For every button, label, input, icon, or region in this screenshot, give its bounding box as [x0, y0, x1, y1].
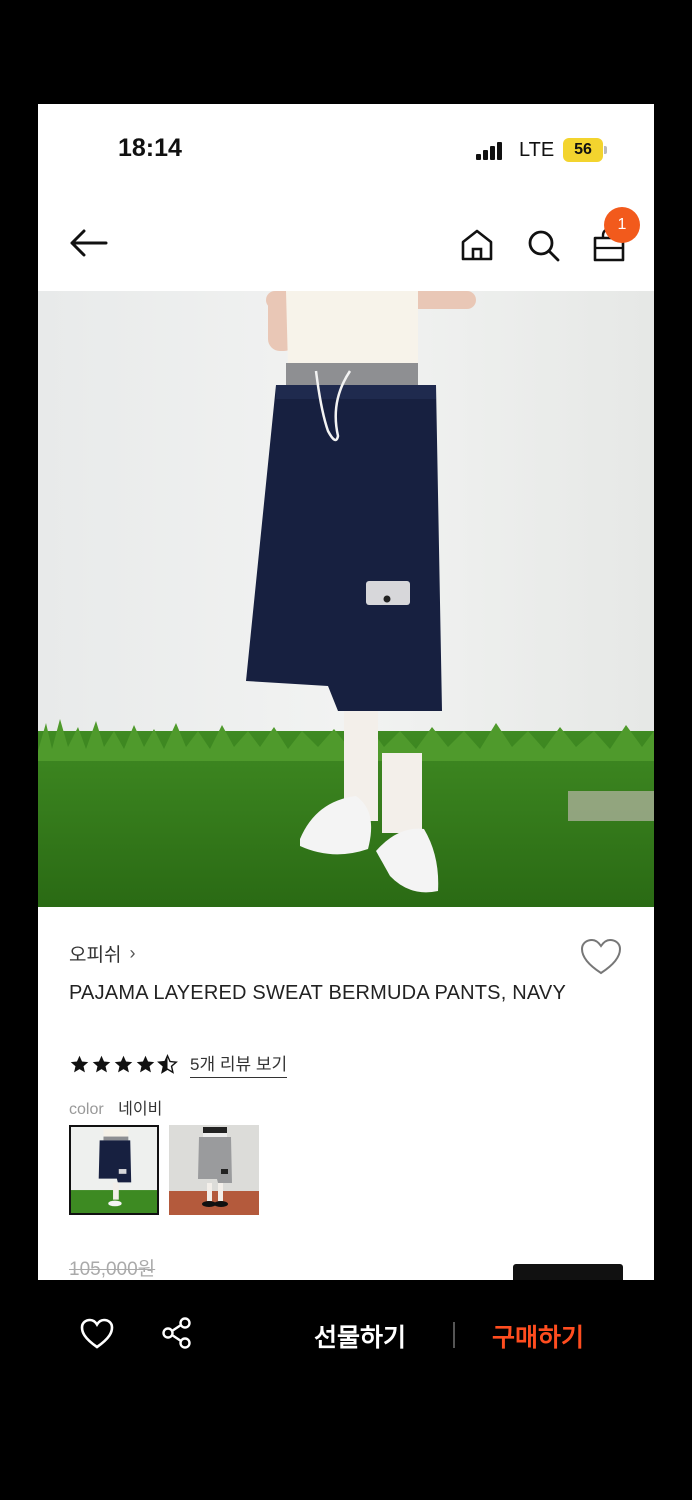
battery-indicator: 56 [563, 138, 603, 162]
share-icon[interactable] [160, 1316, 194, 1350]
color-value: 네이비 [118, 1101, 163, 1118]
original-price: 105,000원 [69, 1259, 156, 1280]
star-icon [114, 1055, 133, 1072]
bottom-action-bar: 선물하기 구매하기 [38, 1280, 654, 1390]
chevron-right-icon: › [129, 943, 136, 963]
brand-name: 오피쉬 [69, 945, 122, 966]
network-type: LTE [519, 139, 555, 161]
product-title: PAJAMA LAYERED SWEAT BERMUDA PANTS, NAVY [69, 982, 567, 1004]
color-swatches [69, 1125, 259, 1215]
swatch-navy[interactable] [69, 1125, 159, 1215]
star-icon [92, 1055, 111, 1072]
app-screen: 18:14 LTE 56 1 오피쉬 › PAJAMA LAYERED SWEA… [38, 104, 654, 1280]
back-arrow-icon[interactable] [68, 228, 108, 258]
star-icon [136, 1055, 155, 1072]
heart-icon[interactable] [580, 938, 622, 976]
coupon-tab[interactable] [513, 1264, 623, 1280]
divider [453, 1322, 455, 1348]
review-link[interactable]: 5개 리뷰 보기 [190, 1050, 288, 1078]
battery-tip [604, 146, 607, 154]
status-bar: 18:14 LTE 56 [38, 104, 654, 194]
home-icon[interactable] [460, 228, 494, 262]
status-time: 18:14 [118, 134, 182, 162]
color-row: color 네이비 [69, 1095, 162, 1119]
rating-row: 5개 리뷰 보기 [69, 1050, 288, 1078]
search-icon[interactable] [526, 228, 560, 262]
cart-badge[interactable]: 1 [604, 207, 640, 243]
swatch-gray[interactable] [169, 1125, 259, 1215]
heart-icon[interactable] [80, 1318, 114, 1350]
color-label: color [69, 1101, 104, 1118]
star-icon [70, 1055, 89, 1072]
nav-bar: 1 [38, 194, 654, 292]
gift-button[interactable]: 선물하기 [314, 1318, 406, 1354]
half-star-icon [157, 1053, 178, 1074]
buy-button[interactable]: 구매하기 [492, 1318, 584, 1354]
signal-icon [476, 142, 506, 160]
product-photo[interactable] [38, 291, 654, 907]
star-rating [69, 1053, 178, 1075]
brand-link[interactable]: 오피쉬 › [69, 940, 135, 967]
